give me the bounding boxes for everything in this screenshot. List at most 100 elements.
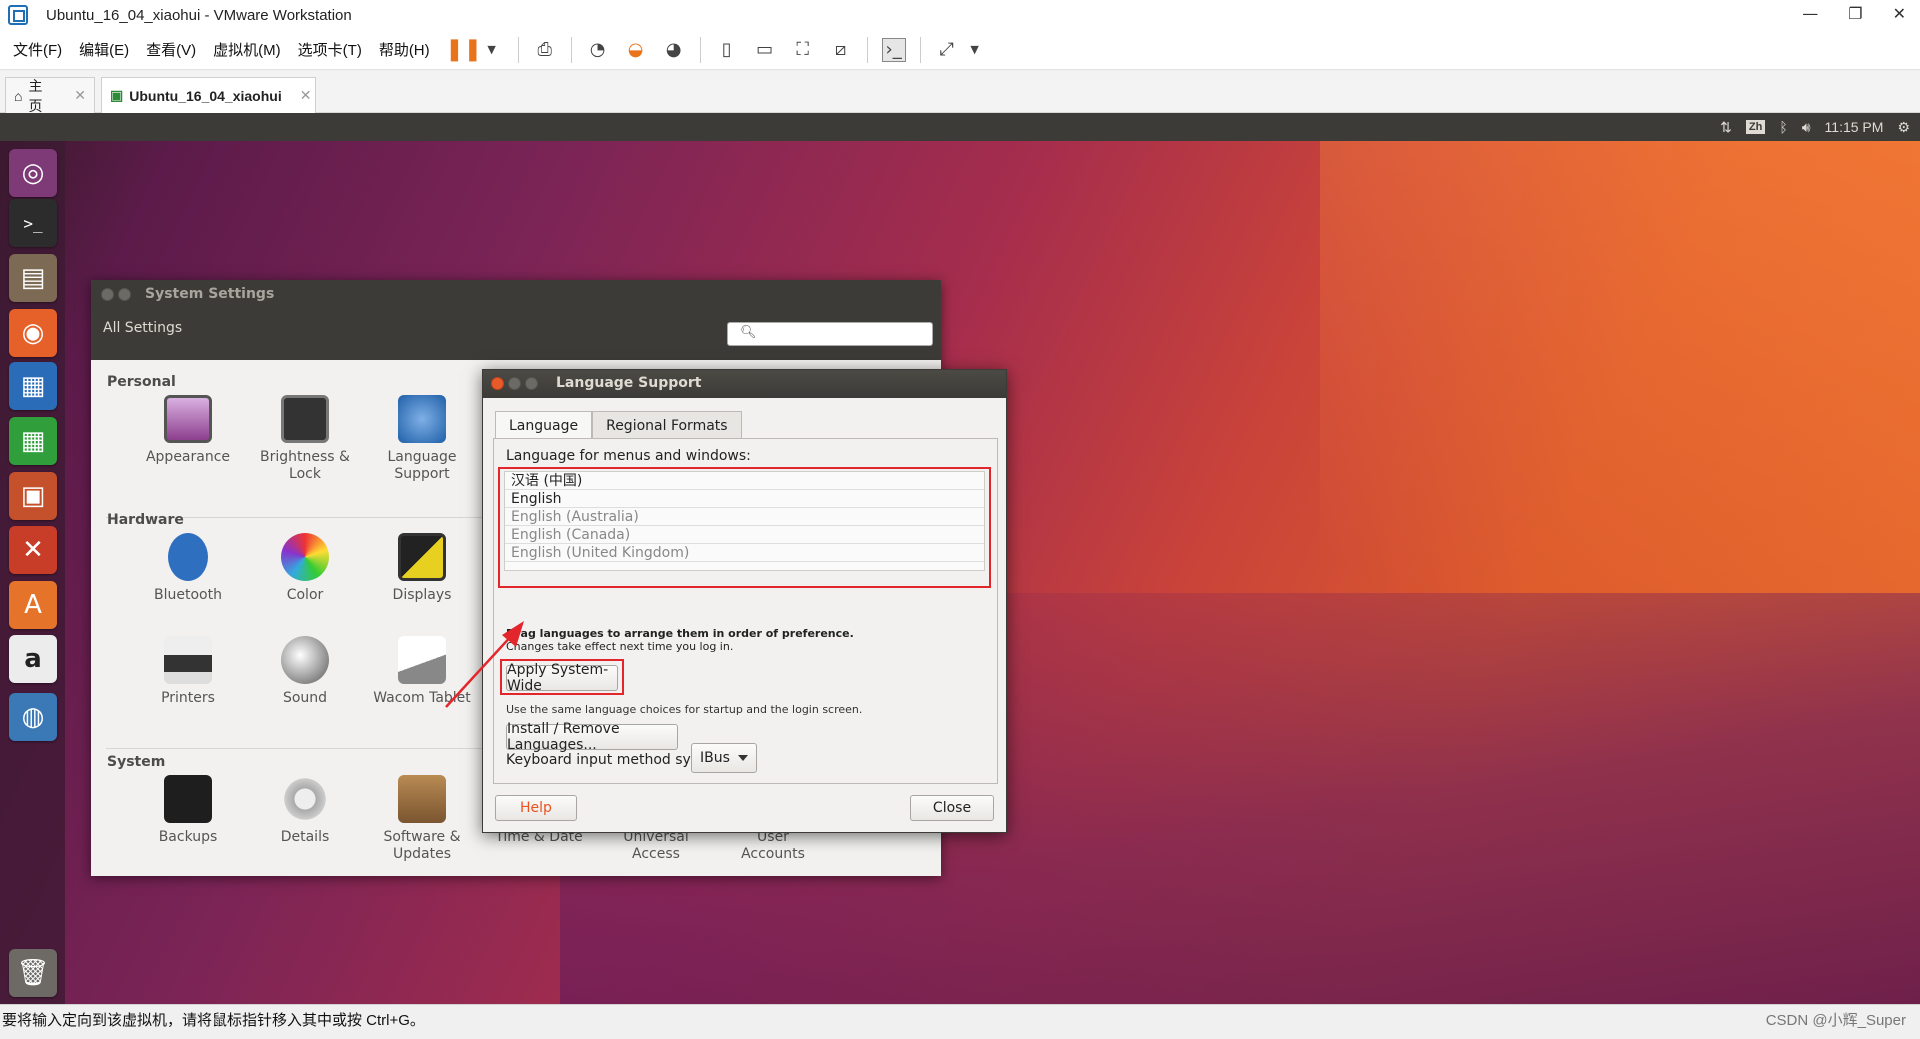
close-icon[interactable]: ✕ (300, 87, 312, 104)
software-center-icon[interactable]: A (9, 581, 57, 629)
stretch-icon[interactable]: ⤢ (935, 38, 959, 62)
minimize-icon[interactable]: — (1802, 4, 1818, 23)
setting-label: Appearance (145, 449, 231, 465)
chevron-down-icon[interactable]: ▼ (963, 38, 987, 62)
input-method-badge[interactable]: Zh (1745, 120, 1766, 134)
tab-regional-formats[interactable]: Regional Formats (592, 411, 742, 439)
pause-icon[interactable]: ❚❚ (445, 37, 482, 62)
impress-icon[interactable]: ▣ (9, 472, 57, 520)
tab-vm[interactable]: ▣ Ubuntu_16_04_xiaohui ✕ (101, 77, 316, 113)
volume-icon[interactable]: 🔊︎ (1802, 119, 1811, 136)
home-icon: ⌂ (14, 87, 23, 104)
gear-icon[interactable]: ⚙ (1897, 119, 1910, 136)
display-icon (398, 533, 446, 581)
tab-label: 主页 (28, 77, 43, 114)
setting-language-support[interactable]: Language Support (363, 395, 481, 483)
dialog-titlebar: Language Support (483, 370, 1006, 398)
setting-label: Color (286, 587, 324, 603)
setting-displays[interactable]: Displays (363, 533, 481, 604)
appearance-icon (164, 395, 212, 443)
annotation-arrow (445, 621, 524, 708)
dash-icon[interactable]: ◎ (9, 149, 57, 197)
setting-bluetooth[interactable]: Bluetooth (129, 533, 247, 604)
settings-icon[interactable]: ✕ (9, 526, 57, 574)
maximize-icon[interactable] (525, 377, 538, 390)
setting-appearance[interactable]: Appearance (129, 395, 247, 466)
tab-language[interactable]: Language (495, 411, 593, 439)
close-icon[interactable]: ✕ (74, 87, 86, 104)
minimize-icon[interactable] (118, 288, 131, 301)
toolbar-divider (517, 36, 519, 63)
setting-label: Updates (393, 846, 451, 862)
chevron-down-icon[interactable]: ▼ (480, 38, 504, 62)
menu-file[interactable]: 文件(F) (13, 39, 62, 60)
setting-label: Sound (282, 690, 328, 706)
close-button[interactable]: Close (910, 795, 994, 821)
menu-view[interactable]: 查看(V) (146, 39, 196, 60)
setting-label: Language (387, 449, 457, 465)
keyboard-input-select[interactable]: IBus (691, 743, 757, 773)
bluetooth-icon[interactable]: ᛒ (1779, 119, 1787, 135)
writer-icon[interactable]: ▦ (9, 362, 57, 410)
printer-icon (164, 636, 212, 684)
restore-icon[interactable]: ❐ (1848, 4, 1862, 23)
all-settings-button[interactable]: All Settings (103, 320, 182, 336)
terminal-icon[interactable]: >_ (9, 199, 57, 247)
language-support-icon[interactable]: ◍ (9, 693, 57, 741)
network-icon[interactable]: ⇅ (1720, 119, 1732, 136)
search-input[interactable]: 🔍︎ (727, 322, 933, 346)
fullscreen-icon[interactable]: ⛶ (791, 38, 815, 62)
send-ctrl-alt-del-icon[interactable]: ⎙ (533, 38, 557, 62)
menu-edit[interactable]: 编辑(E) (79, 39, 129, 60)
minimize-icon[interactable] (508, 377, 521, 390)
setting-user-accounts[interactable]: User Accounts (714, 829, 832, 863)
setting-brightness-lock[interactable]: Brightness & Lock (246, 395, 364, 483)
revert-snapshot-icon[interactable]: ◒ (624, 38, 648, 62)
chevron-down-icon (738, 755, 748, 761)
menu-tabs[interactable]: 选项卡(T) (298, 39, 362, 60)
trash-icon[interactable]: 🗑︎ (9, 949, 57, 997)
close-icon[interactable] (491, 377, 504, 390)
dialog-tabs: Language Regional Formats (495, 411, 742, 439)
firefox-icon[interactable]: ◉ (9, 309, 57, 357)
bluetooth-icon (168, 533, 208, 581)
setting-label: Accounts (741, 846, 805, 862)
snapshot-icon[interactable]: ◔ (586, 38, 610, 62)
install-remove-languages-button[interactable]: Install / Remove Languages... (506, 721, 678, 753)
setting-details[interactable]: Details (246, 775, 364, 846)
close-icon[interactable]: ✕ (1893, 4, 1906, 23)
close-icon[interactable] (101, 288, 114, 301)
window-buttons (101, 288, 131, 301)
unity-icon[interactable]: ⧄ (829, 38, 853, 62)
guest-desktop[interactable]: ⇅ Zh ᛒ 🔊︎ 11:15 PM ⚙ ◎ >_ ▤ ◉ ▦ ▦ ▣ ✕ A … (0, 113, 1920, 1004)
drag-hint-text: Changes take effect next time you log in… (506, 640, 734, 653)
console-icon[interactable]: ›_ (881, 37, 906, 62)
setting-sound[interactable]: Sound (246, 636, 364, 707)
thumbnail-view-icon[interactable]: ▭ (753, 38, 777, 62)
globe-icon (398, 395, 446, 443)
window-title: Ubuntu_16_04_xiaohui - VMware Workstatio… (46, 6, 352, 24)
menu-vm[interactable]: 虚拟机(M) (213, 39, 281, 60)
lock-icon (281, 395, 329, 443)
library-view-icon[interactable]: ▯ (715, 38, 739, 62)
tab-home[interactable]: ⌂ 主页 ✕ (5, 77, 95, 114)
setting-printers[interactable]: Printers (129, 636, 247, 707)
calc-icon[interactable]: ▦ (9, 417, 57, 465)
clock[interactable]: 11:15 PM (1825, 119, 1884, 135)
setting-universal-access[interactable]: Universal Access (597, 829, 715, 863)
menu-language-label: Language for menus and windows: (506, 448, 751, 464)
setting-label: Details (280, 829, 330, 845)
setting-software-updates[interactable]: Software & Updates (363, 775, 481, 863)
files-icon[interactable]: ▤ (9, 254, 57, 302)
toolbar-divider (699, 36, 701, 63)
setting-backups[interactable]: Backups (129, 775, 247, 846)
menu-help[interactable]: 帮助(H) (379, 39, 430, 60)
vmware-statusbar: 要将输入定向到该虚拟机，请将鼠标指针移入其中或按 Ctrl+G。 CSDN @小… (0, 1004, 1920, 1039)
snapshot-manager-icon[interactable]: ◕ (662, 38, 686, 62)
setting-color[interactable]: Color (246, 533, 364, 604)
setting-label: Backups (158, 829, 218, 845)
select-value: IBus (700, 750, 730, 766)
amazon-icon[interactable]: a (9, 635, 57, 683)
section-system: System (107, 754, 166, 770)
help-button[interactable]: Help (495, 795, 577, 821)
